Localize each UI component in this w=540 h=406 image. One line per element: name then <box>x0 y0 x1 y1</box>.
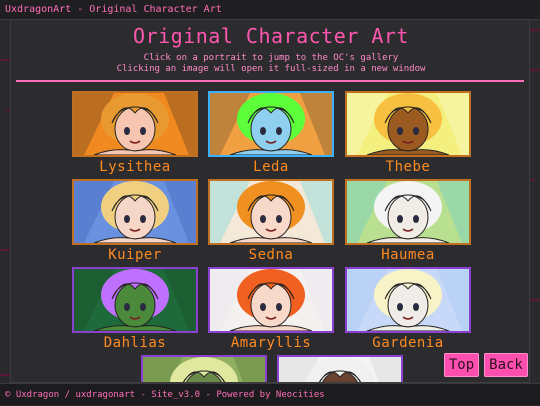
portrait-name[interactable]: Dahlias <box>72 335 198 351</box>
portrait-thumbnail[interactable] <box>345 179 471 245</box>
portrait-card-item-11[interactable] <box>277 355 403 382</box>
instruction-line-1: Click on a portrait to jump to the OC's … <box>143 53 399 63</box>
portrait-thumbnail[interactable] <box>208 267 334 333</box>
portrait-thumbnail[interactable] <box>72 267 198 333</box>
portrait-card-item-10[interactable] <box>141 355 267 382</box>
character-portrait <box>279 357 401 382</box>
site-footer: © Uxdragon / uxdragonart - Site_v3.0 - P… <box>0 383 540 405</box>
portrait-name[interactable]: Lysithea <box>72 159 198 175</box>
top-button[interactable]: Top <box>444 353 479 377</box>
portrait-card-dahlias[interactable]: Dahlias <box>72 267 198 351</box>
portrait-thumbnail[interactable] <box>72 179 198 245</box>
portrait-thumbnail[interactable] <box>345 91 471 157</box>
character-portrait <box>210 269 332 331</box>
portrait-card-sedna[interactable]: Sedna <box>208 179 334 263</box>
back-button[interactable]: Back <box>484 353 528 377</box>
character-portrait <box>210 93 332 155</box>
character-portrait <box>347 269 469 331</box>
portrait-thumbnail[interactable] <box>277 355 403 382</box>
portrait-card-lysithea[interactable]: Lysithea <box>72 91 198 175</box>
portrait-card-amaryllis[interactable]: Amaryllis <box>208 267 334 351</box>
character-portrait <box>74 93 196 155</box>
instruction-line-2: Clicking an image will open it full-size… <box>116 64 426 74</box>
portrait-name[interactable]: Haumea <box>345 247 471 263</box>
content-panel: Original Character Art Click on a portra… <box>10 19 530 383</box>
portrait-thumbnail[interactable] <box>141 355 267 382</box>
portrait-card-thebe[interactable]: Thebe <box>345 91 471 175</box>
portrait-card-leda[interactable]: Leda <box>208 91 334 175</box>
portrait-thumbnail[interactable] <box>345 267 471 333</box>
portrait-name[interactable]: Leda <box>208 159 334 175</box>
character-portrait <box>347 181 469 243</box>
portrait-name[interactable]: Sedna <box>208 247 334 263</box>
page-title: Original Character Art <box>133 24 409 48</box>
portrait-name[interactable]: Gardenia <box>345 335 471 351</box>
portrait-card-gardenia[interactable]: Gardenia <box>345 267 471 351</box>
portrait-name[interactable]: Amaryllis <box>208 335 334 351</box>
character-portrait <box>74 181 196 243</box>
header-divider <box>16 80 524 82</box>
character-portrait <box>143 357 265 382</box>
portrait-thumbnail[interactable] <box>72 91 198 157</box>
portrait-name[interactable]: Thebe <box>345 159 471 175</box>
character-portrait <box>74 269 196 331</box>
footer-credits: © Uxdragon / uxdragonart - Site_v3.0 - P… <box>5 390 325 400</box>
window-titlebar: UxdragonArt - Original Character Art <box>0 0 540 20</box>
portrait-card-haumea[interactable]: Haumea <box>345 179 471 263</box>
portrait-thumbnail[interactable] <box>208 179 334 245</box>
window-title: UxdragonArt - Original Character Art <box>5 4 222 15</box>
character-portrait <box>210 181 332 243</box>
portrait-name[interactable]: Kuiper <box>72 247 198 263</box>
portrait-thumbnail[interactable] <box>208 91 334 157</box>
portrait-card-kuiper[interactable]: Kuiper <box>72 179 198 263</box>
character-portrait <box>347 93 469 155</box>
